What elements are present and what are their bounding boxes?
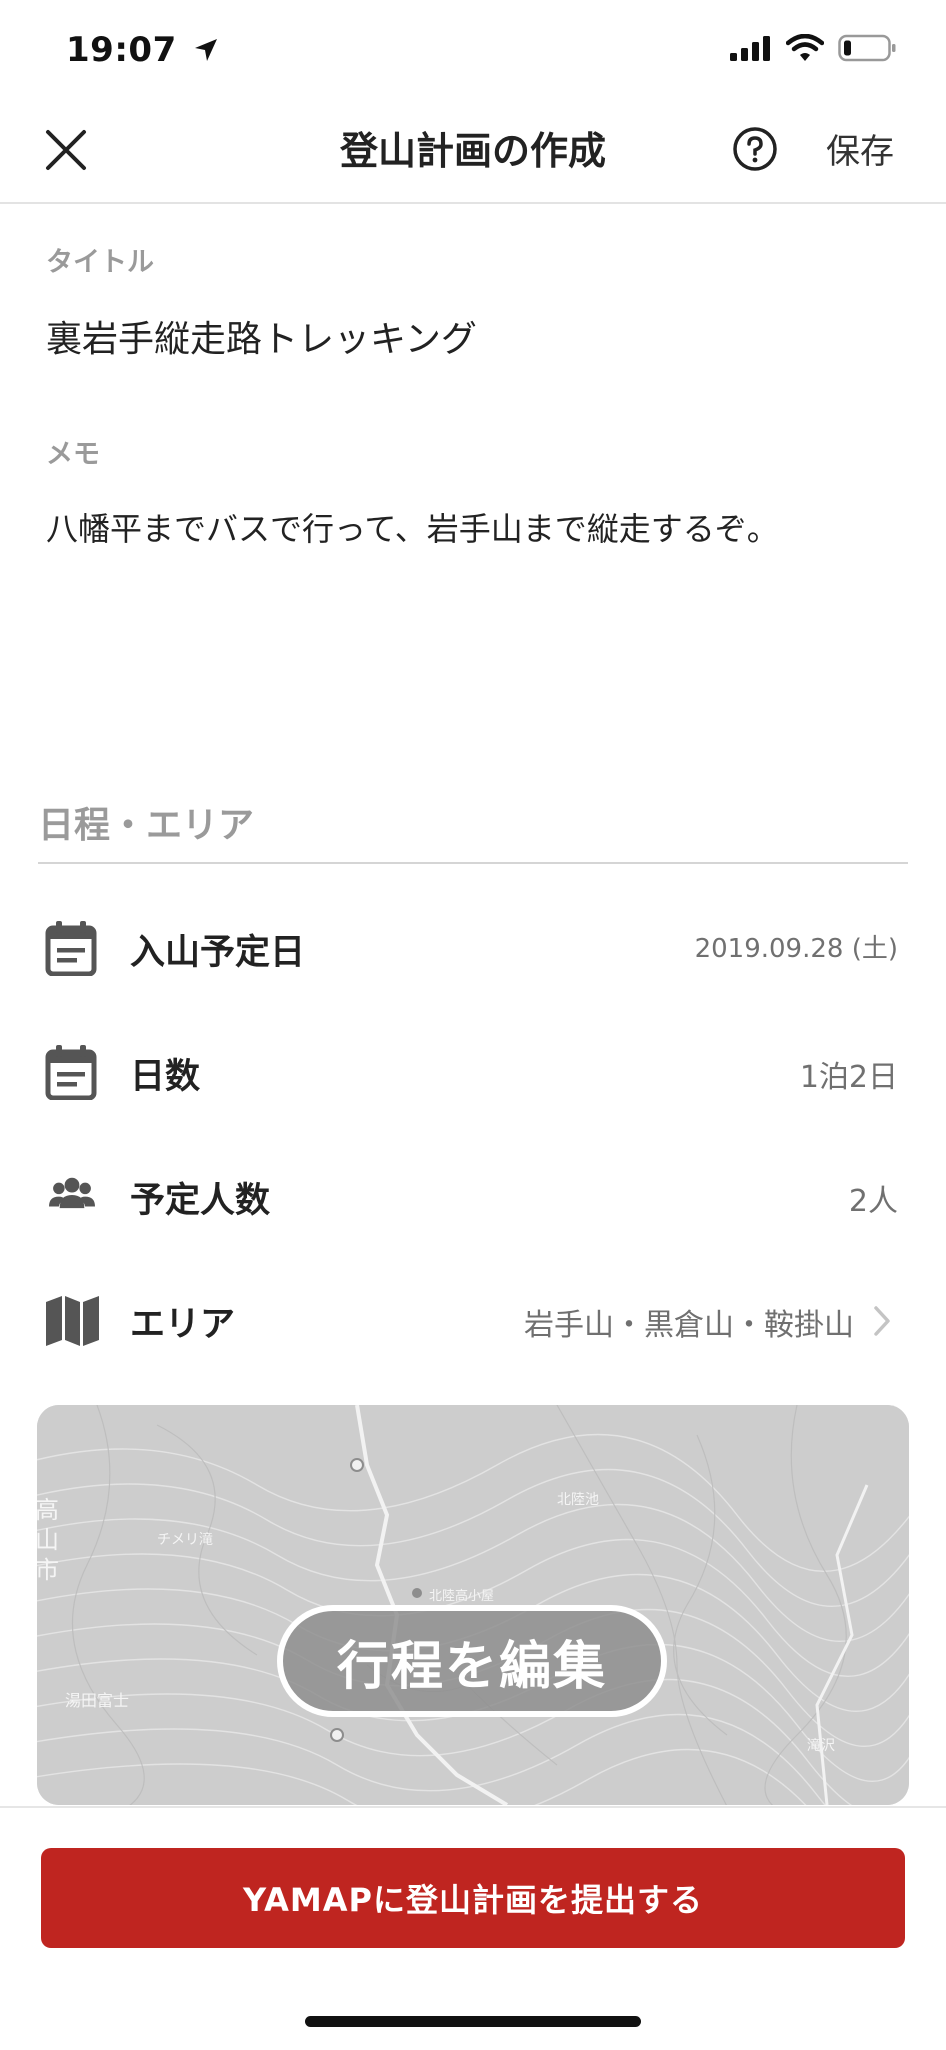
save-button[interactable]: 保存 (826, 124, 894, 173)
map-label-fuji: 湯田富士 (65, 1691, 130, 1710)
row-party-size[interactable]: 予定人数 2人 (0, 1142, 946, 1242)
memo-textarea[interactable]: 八幡平までバスで行って、岩手山まで縦走するぞ。 (46, 504, 906, 734)
section-divider (38, 862, 908, 864)
close-icon (46, 130, 86, 170)
row-label-party-size: 予定人数 (130, 1181, 271, 1221)
help-icon (733, 127, 777, 171)
row-start-date[interactable]: 入山予定日 2019.09.28 (土) (0, 894, 946, 994)
calendar-icon (45, 1045, 97, 1100)
people-icon (49, 1177, 95, 1209)
map-label-hut: 北陸高小屋 (429, 1589, 495, 1604)
close-button[interactable] (38, 122, 94, 178)
row-value-area: 岩手山・黒倉山・鞍掛山 (524, 1308, 854, 1343)
battery-icon (838, 34, 896, 62)
title-input[interactable]: 裏岩手縦走路トレッキング (46, 310, 477, 362)
submit-plan-button[interactable]: YAMAPに登山計画を提出する (41, 1848, 905, 1948)
signal-icon (730, 36, 770, 61)
page-title: 登山計画の作成 (339, 129, 606, 173)
route-map-preview[interactable]: 高山市 チメリ滝 北陸池 北陸高小屋 湯田富士 滝沢 行程を編集 (37, 1405, 909, 1805)
map-label-takizawa: 滝沢 (807, 1738, 835, 1754)
map-label-waterfall: チメリ滝 (157, 1532, 213, 1548)
row-label-start-date: 入山予定日 (130, 933, 306, 973)
row-label-days: 日数 (130, 1057, 201, 1097)
navigation-bar: 登山計画の作成 保存 (0, 96, 946, 204)
bottom-action-bar: YAMAPに登山計画を提出する (0, 1806, 946, 2050)
map-label-takayama: 高山市 (37, 1496, 59, 1584)
help-button[interactable] (732, 126, 778, 172)
section-title-schedule-area: 日程・エリア (38, 805, 255, 846)
edit-itinerary-button[interactable]: 行程を編集 (277, 1605, 667, 1717)
status-icons (730, 34, 896, 62)
row-days[interactable]: 日数 1泊2日 (0, 1018, 946, 1118)
memo-label: メモ (46, 439, 100, 470)
title-label: タイトル (46, 247, 154, 278)
chevron-right-icon (874, 1306, 890, 1336)
map-icon (46, 1296, 99, 1346)
location-arrow-icon (195, 39, 218, 61)
wifi-icon (786, 34, 824, 61)
map-label-pond: 北陸池 (557, 1492, 599, 1508)
row-label-area: エリア (130, 1305, 236, 1345)
home-indicator (305, 2016, 641, 2027)
row-value-start-date: 2019.09.28 (土) (694, 934, 898, 964)
status-time: 19:07 (66, 30, 219, 70)
row-value-days: 1泊2日 (799, 1060, 898, 1095)
row-value-party-size: 2人 (848, 1184, 898, 1219)
status-time-text: 19:07 (66, 30, 177, 70)
row-area[interactable]: エリア 岩手山・黒倉山・鞍掛山 (0, 1266, 946, 1366)
calendar-icon (45, 921, 97, 976)
